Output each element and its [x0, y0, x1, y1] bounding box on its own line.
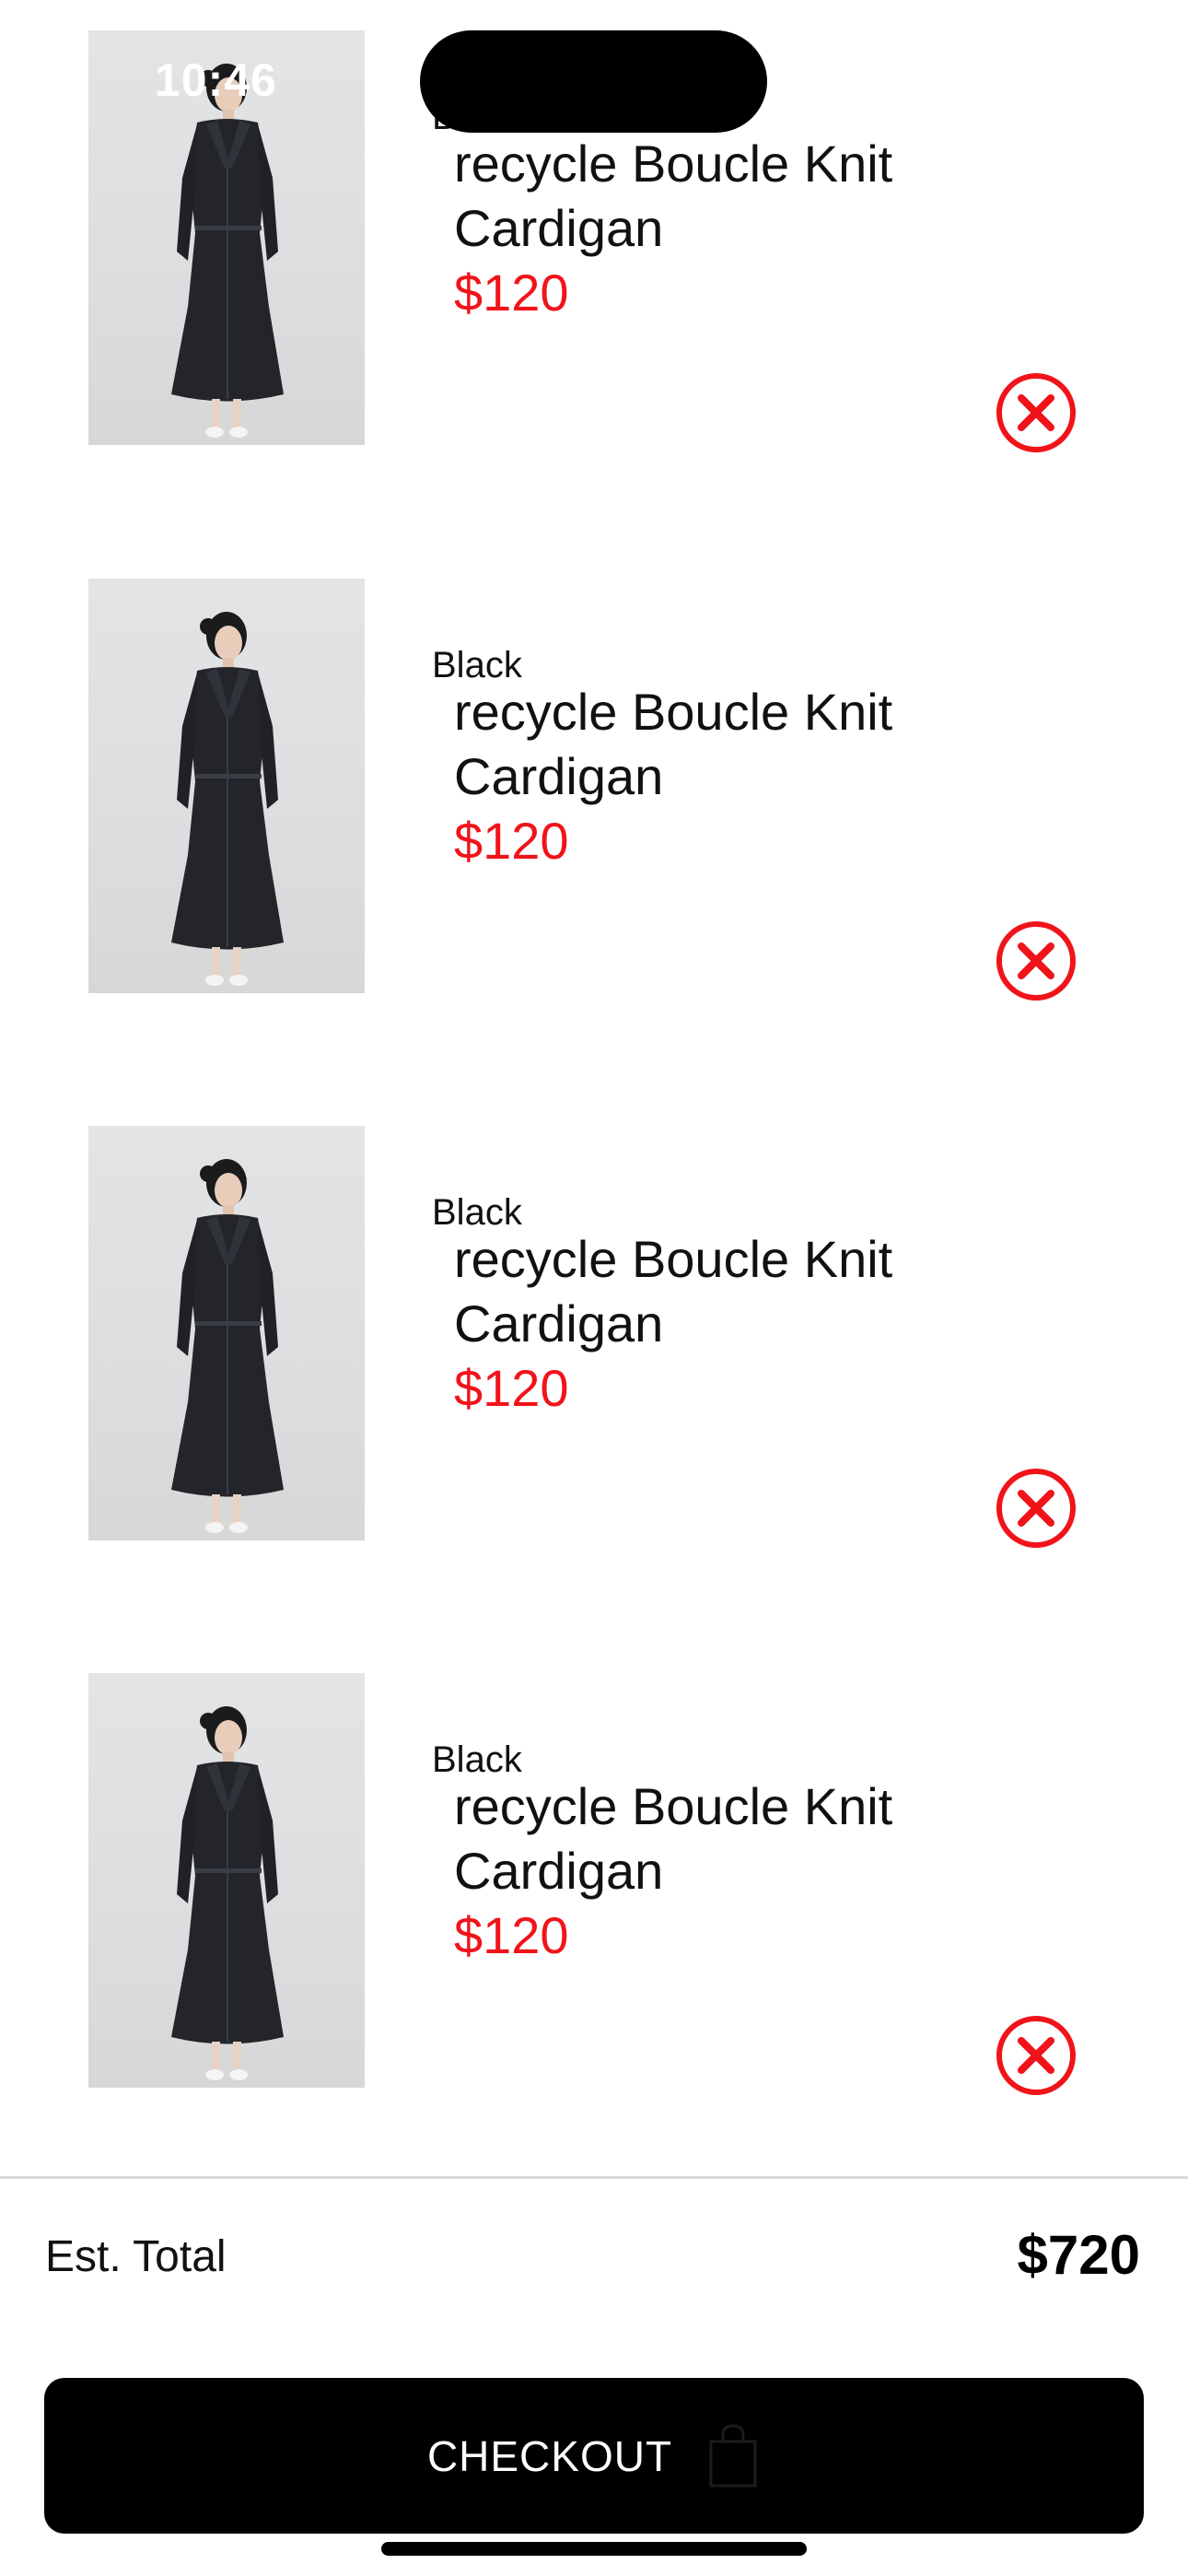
footer-divider — [0, 2176, 1188, 2179]
shopping-bag-icon — [705, 2423, 761, 2489]
cart-item: Black recycle Boucle Knit Cardigan $120 — [0, 1673, 1188, 2088]
est-total-value: $720 — [1017, 2224, 1140, 2286]
product-image[interactable] — [88, 579, 365, 993]
close-circle-icon — [993, 369, 1079, 456]
cart-item: Black recycle Boucle Knit Cardigan $120 — [0, 579, 1188, 993]
status-bar-time: 10:46 — [155, 54, 277, 106]
product-name[interactable]: recycle Boucle Knit Cardigan — [454, 132, 1025, 261]
est-total-label: Est. Total — [45, 2232, 227, 2281]
product-image[interactable] — [88, 1673, 365, 2088]
dynamic-island — [420, 30, 767, 133]
checkout-label: CHECKOUT — [426, 2431, 673, 2480]
remove-item-button[interactable] — [993, 1465, 1079, 1551]
remove-item-button[interactable] — [993, 369, 1079, 456]
remove-item-button[interactable] — [993, 2012, 1079, 2099]
product-price: $120 — [454, 263, 569, 322]
product-name[interactable]: recycle Boucle Knit Cardigan — [454, 680, 1025, 809]
home-indicator — [381, 2542, 807, 2556]
product-name[interactable]: recycle Boucle Knit Cardigan — [454, 1227, 1025, 1356]
close-circle-icon — [993, 1465, 1079, 1551]
cart-item-list: Black recycle Boucle Knit Cardigan $120 … — [0, 0, 1188, 2176]
product-name[interactable]: recycle Boucle Knit Cardigan — [454, 1774, 1025, 1903]
product-price: $120 — [454, 1906, 569, 1964]
checkout-button[interactable]: CHECKOUT — [44, 2378, 1144, 2534]
product-image[interactable] — [88, 1126, 365, 1540]
remove-item-button[interactable] — [993, 918, 1079, 1004]
close-circle-icon — [993, 2012, 1079, 2099]
product-price: $120 — [454, 1359, 569, 1417]
close-circle-icon — [993, 918, 1079, 1004]
cart-item: Black recycle Boucle Knit Cardigan $120 — [0, 1126, 1188, 1540]
product-price: $120 — [454, 812, 569, 870]
